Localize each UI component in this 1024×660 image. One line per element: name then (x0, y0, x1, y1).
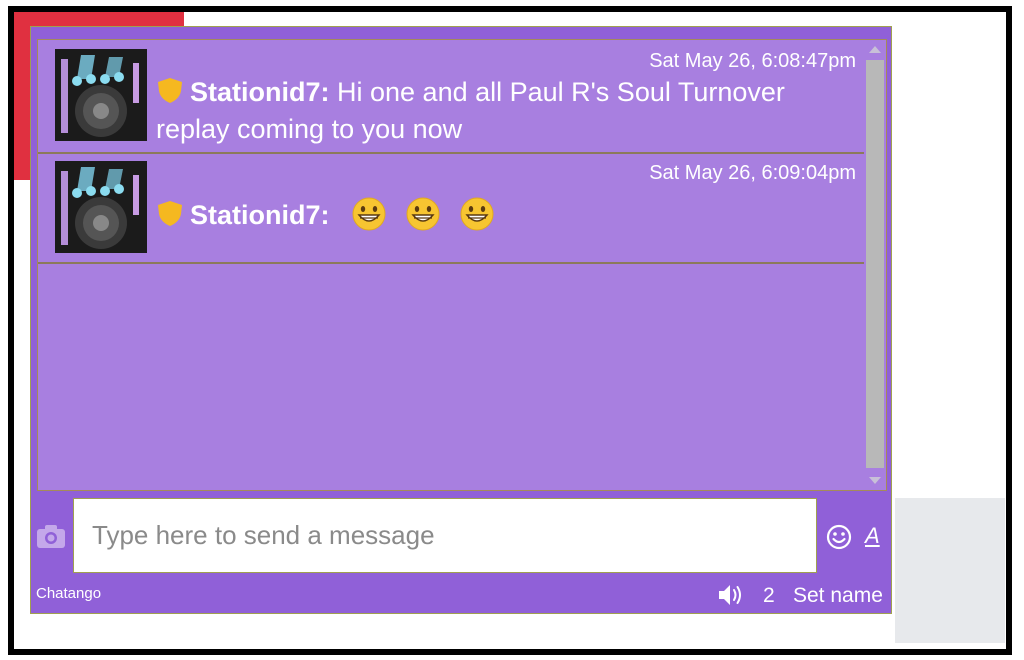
font-settings-button[interactable]: A (865, 523, 880, 549)
set-name-button[interactable]: Set name (793, 584, 883, 608)
message-username[interactable]: Stationid7: (190, 200, 330, 230)
message-body: Stationid7: Hi one and all Paul R's Soul… (156, 75, 834, 146)
message-input[interactable] (73, 498, 817, 573)
speaker-icon[interactable] (717, 582, 745, 613)
message-emoji-row (351, 197, 513, 231)
chat-widget: Sat May 26, 6:08:47pm Stationid7: Hi one… (30, 26, 892, 614)
avatar[interactable] (55, 161, 147, 253)
avatar[interactable] (55, 49, 147, 141)
moderator-badge-icon (156, 76, 184, 112)
side-panel (895, 498, 1005, 643)
grinning-face-icon (351, 196, 387, 240)
scroll-down-icon[interactable] (869, 477, 881, 484)
user-count: 2 (763, 584, 775, 607)
grinning-face-icon (405, 196, 441, 240)
message-list[interactable]: Sat May 26, 6:08:47pm Stationid7: Hi one… (37, 39, 887, 491)
message-body: Stationid7: (156, 196, 834, 240)
scroll-up-icon[interactable] (869, 46, 881, 53)
message-username[interactable]: Stationid7: (190, 77, 330, 107)
scrollbar[interactable] (864, 40, 886, 490)
message-row: Sat May 26, 6:09:04pm Stationid7: (38, 152, 864, 264)
brand-link[interactable]: Chatango (36, 585, 101, 602)
message-timestamp: Sat May 26, 6:09:04pm (649, 162, 856, 184)
grinning-face-icon (459, 196, 495, 240)
message-timestamp: Sat May 26, 6:08:47pm (649, 50, 856, 72)
scroll-thumb[interactable] (866, 60, 884, 468)
emoji-picker-icon[interactable] (826, 524, 852, 555)
moderator-badge-icon (156, 199, 184, 235)
camera-icon[interactable] (36, 523, 66, 554)
message-row: Sat May 26, 6:08:47pm Stationid7: Hi one… (38, 40, 864, 154)
